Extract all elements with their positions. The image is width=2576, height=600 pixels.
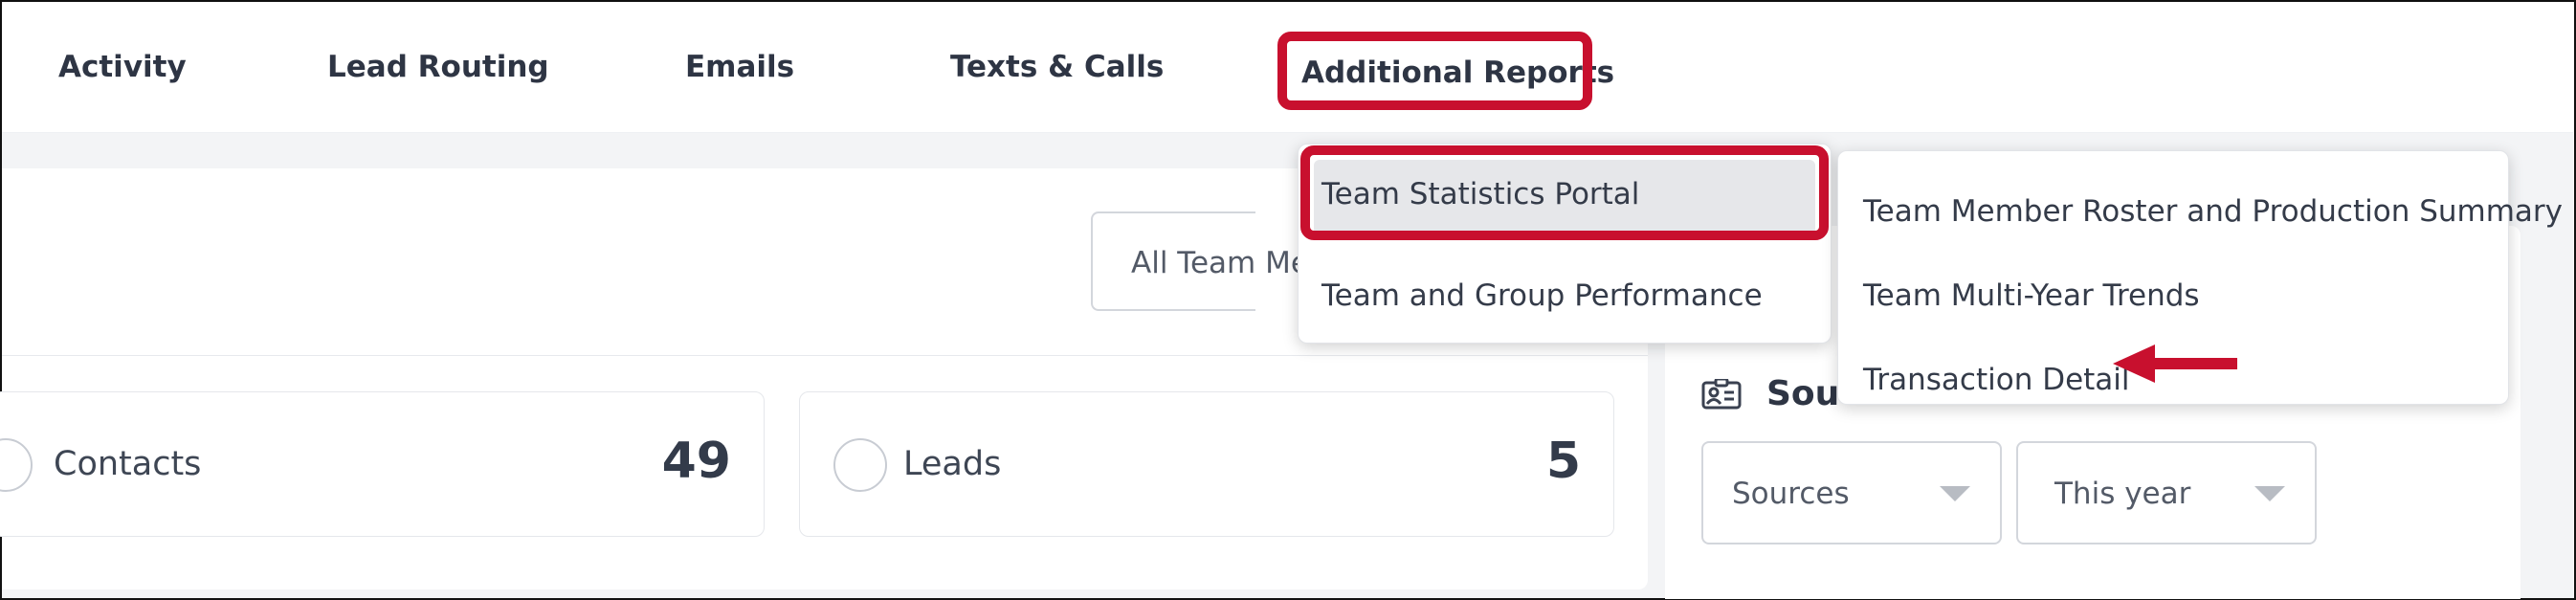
period-caret-icon	[2254, 486, 2285, 501]
team-statistics-portal-highlight	[1300, 145, 1829, 240]
leads-stat-card[interactable]: Leads 5	[799, 391, 1614, 537]
roster-production-label: Team Member Roster and Production Summar…	[1863, 194, 2564, 229]
contacts-label: Contacts	[54, 445, 202, 483]
pointer-arrow-icon	[2113, 344, 2237, 383]
menu-item-team-group-performance[interactable]: Team and Group Performance	[1314, 259, 1815, 336]
contacts-count: 49	[661, 433, 731, 490]
team-group-performance-label: Team and Group Performance	[1321, 278, 1763, 313]
team-members-filter-label: All Team Me	[1131, 246, 1309, 280]
period-select[interactable]: This year	[2016, 441, 2317, 544]
nav-activity[interactable]: Activity	[58, 50, 187, 84]
team-members-filter[interactable]: All Team Me	[1091, 211, 1309, 311]
contacts-stat-card[interactable]: Contacts 49	[0, 391, 765, 537]
nav-texts-calls[interactable]: Texts & Calls	[950, 50, 1164, 84]
leads-count: 5	[1545, 433, 1581, 490]
period-select-label: This year	[2054, 477, 2191, 511]
nav-emails[interactable]: Emails	[685, 50, 794, 84]
contacts-radio[interactable]	[0, 438, 33, 492]
additional-reports-highlight	[1277, 32, 1592, 110]
multi-year-trends-label: Team Multi-Year Trends	[1863, 278, 2200, 313]
contact-card-icon	[1701, 377, 1742, 410]
sources-select-label: Sources	[1732, 477, 1850, 511]
sources-select[interactable]: Sources	[1701, 441, 2002, 544]
sources-title-visible: Sou	[1766, 374, 1840, 413]
nav-lead-routing[interactable]: Lead Routing	[327, 50, 549, 84]
panel-divider	[2, 355, 1648, 356]
leads-label: Leads	[903, 445, 1002, 483]
transaction-detail-label: Transaction Detail	[1863, 363, 2130, 397]
submenu-item-roster-production[interactable]: Team Member Roster and Production Summar…	[1838, 170, 2563, 237]
sources-caret-icon	[1940, 486, 1970, 501]
submenu-item-multi-year-trends[interactable]: Team Multi-Year Trends	[1838, 255, 2508, 322]
leads-radio[interactable]	[833, 438, 887, 492]
